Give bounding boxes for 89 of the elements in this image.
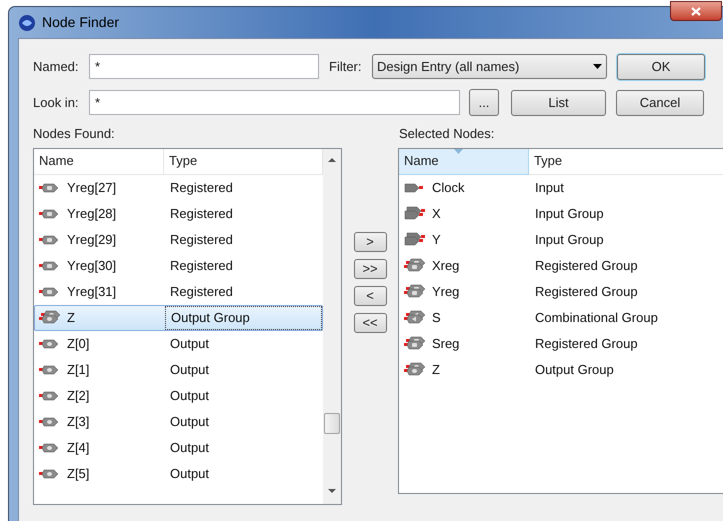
node-type: Output: [169, 438, 210, 457]
node-row[interactable]: Yreg Registered Group: [398, 278, 723, 304]
column-header[interactable]: Name: [34, 148, 164, 174]
node-name: Yreg: [432, 282, 460, 301]
column-header[interactable]: Type: [164, 148, 324, 174]
list-label: Nodes Found:: [33, 125, 116, 143]
node-name: Z[2]: [67, 386, 90, 405]
node-row[interactable]: Z Output Group: [34, 304, 324, 330]
list-button[interactable]: List: [511, 90, 606, 116]
node-type: Output Group: [165, 306, 322, 330]
node-row[interactable]: Z[3] Output: [34, 408, 324, 434]
node-row[interactable]: Y Input Group: [398, 226, 723, 252]
node-name: Yreg[29]: [67, 230, 116, 249]
look-in-field[interactable]: *: [89, 90, 460, 115]
node-type: Output: [169, 464, 210, 483]
node-name: Z: [67, 308, 75, 327]
node-type: Output Group: [534, 360, 614, 379]
node-name: Yreg[30]: [67, 256, 116, 275]
node-row[interactable]: Z[4] Output: [34, 434, 324, 460]
node-name: Sreg: [432, 334, 460, 353]
field-label: Filter:: [329, 58, 362, 76]
node-type: Output: [169, 412, 210, 431]
node-name: Z[0]: [67, 334, 90, 353]
node-type: Output: [169, 386, 210, 405]
node-name: Z[1]: [67, 360, 90, 379]
sort-arrow-icon: [454, 148, 463, 154]
node-row[interactable]: Yreg[27] Registered: [34, 174, 324, 200]
node-row[interactable]: Yreg[29] Registered: [34, 226, 324, 252]
cancel-button[interactable]: Cancel: [616, 90, 704, 116]
node-type: Registered Group: [534, 334, 638, 353]
field-label: Look in:: [33, 94, 80, 112]
node-name: S: [432, 308, 441, 327]
named-field[interactable]: *: [89, 54, 319, 79]
browse-button[interactable]: ...: [469, 89, 499, 116]
node-row[interactable]: Yreg[28] Registered: [34, 200, 324, 226]
close-icon: [691, 6, 701, 16]
node-row[interactable]: Yreg[31] Registered: [34, 278, 324, 304]
node-row[interactable]: X Input Group: [398, 200, 723, 226]
node-name: Clock: [432, 178, 464, 197]
node-row[interactable]: Sreg Registered Group: [398, 330, 723, 356]
node-type: Output: [169, 334, 210, 353]
node-name: X: [432, 204, 441, 223]
list-label: Selected Nodes:: [399, 125, 494, 143]
node-name: Z[4]: [67, 438, 90, 457]
node-type: Registered Group: [534, 282, 638, 301]
node-row[interactable]: Z[5] Output: [34, 460, 324, 486]
node-type: Input Group: [534, 204, 604, 223]
node-type: Registered: [169, 282, 233, 301]
window-title: Node Finder: [42, 13, 120, 32]
app-icon: [18, 14, 36, 32]
node-row[interactable]: Xreg Registered Group: [398, 252, 723, 278]
scroll-down-icon: [328, 488, 336, 492]
ok-button[interactable]: OK: [617, 54, 705, 80]
node-name: Y: [432, 230, 441, 249]
node-type: Registered: [169, 204, 233, 223]
node-name: Z[3]: [67, 412, 90, 431]
field-label: Named:: [33, 58, 80, 76]
move-button[interactable]: <<: [354, 312, 387, 332]
node-type: Input Group: [534, 230, 604, 249]
node-name: Z: [432, 360, 440, 379]
scroll-thumb[interactable]: [324, 412, 340, 434]
node-row[interactable]: Z Output Group: [398, 356, 723, 382]
node-name: Yreg[31]: [67, 282, 116, 301]
node-row[interactable]: Z[1] Output: [34, 356, 324, 382]
node-name: Z[5]: [67, 464, 90, 483]
node-row[interactable]: Yreg[30] Registered: [34, 252, 324, 278]
node-type: Input: [534, 178, 564, 197]
node-row[interactable]: Z[0] Output: [34, 330, 324, 356]
node-name: Yreg[27]: [67, 178, 116, 197]
move-button[interactable]: >>: [354, 258, 387, 278]
column-header[interactable]: Name: [398, 148, 529, 174]
scrollbar[interactable]: [323, 148, 342, 504]
node-type: Combinational Group: [534, 308, 658, 327]
node-type: Output: [169, 360, 210, 379]
close-button[interactable]: [670, 1, 722, 21]
node-row[interactable]: S Combinational Group: [398, 304, 723, 330]
dropdown-arrow-icon: [593, 64, 602, 69]
node-type: Registered: [169, 178, 233, 197]
node-type: Registered: [169, 256, 233, 275]
node-row[interactable]: Clock Input: [398, 174, 723, 200]
node-row[interactable]: Z[2] Output: [34, 382, 324, 408]
move-button[interactable]: <: [354, 286, 387, 306]
scroll-up-icon: [328, 158, 336, 162]
move-button[interactable]: >: [354, 232, 387, 252]
node-name: Yreg[28]: [67, 204, 116, 223]
node-name: Xreg: [432, 256, 460, 275]
filter-dropdown[interactable]: Design Entry (all names): [372, 54, 607, 79]
node-type: Registered Group: [534, 256, 638, 275]
node-type: Registered: [169, 230, 233, 249]
